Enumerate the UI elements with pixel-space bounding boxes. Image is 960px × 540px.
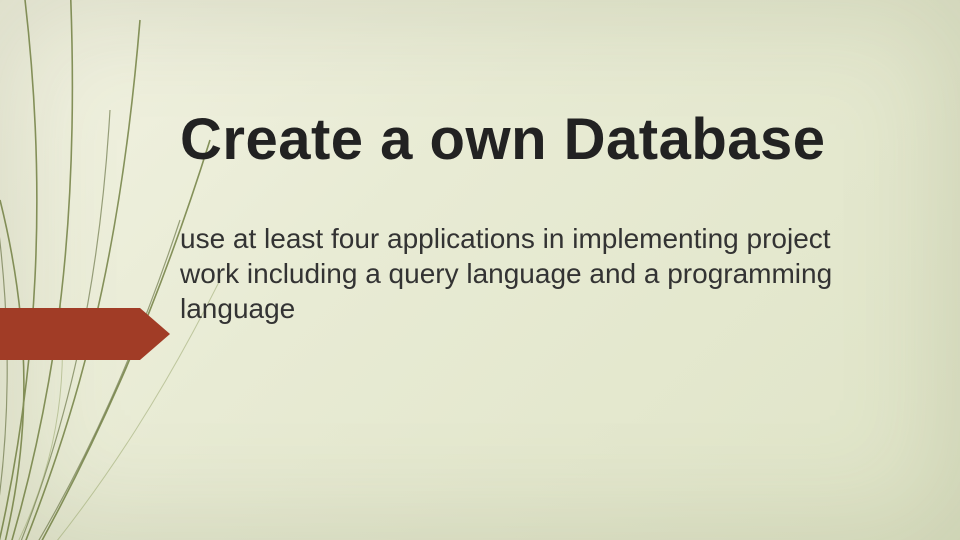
slide-body: use at least four applications in implem… [180,221,880,326]
slide-canvas: Create a own Database use at least four … [0,0,960,540]
content-block: Create a own Database use at least four … [180,110,900,326]
accent-arrow-icon [0,308,170,360]
slide-title: Create a own Database [180,110,900,171]
